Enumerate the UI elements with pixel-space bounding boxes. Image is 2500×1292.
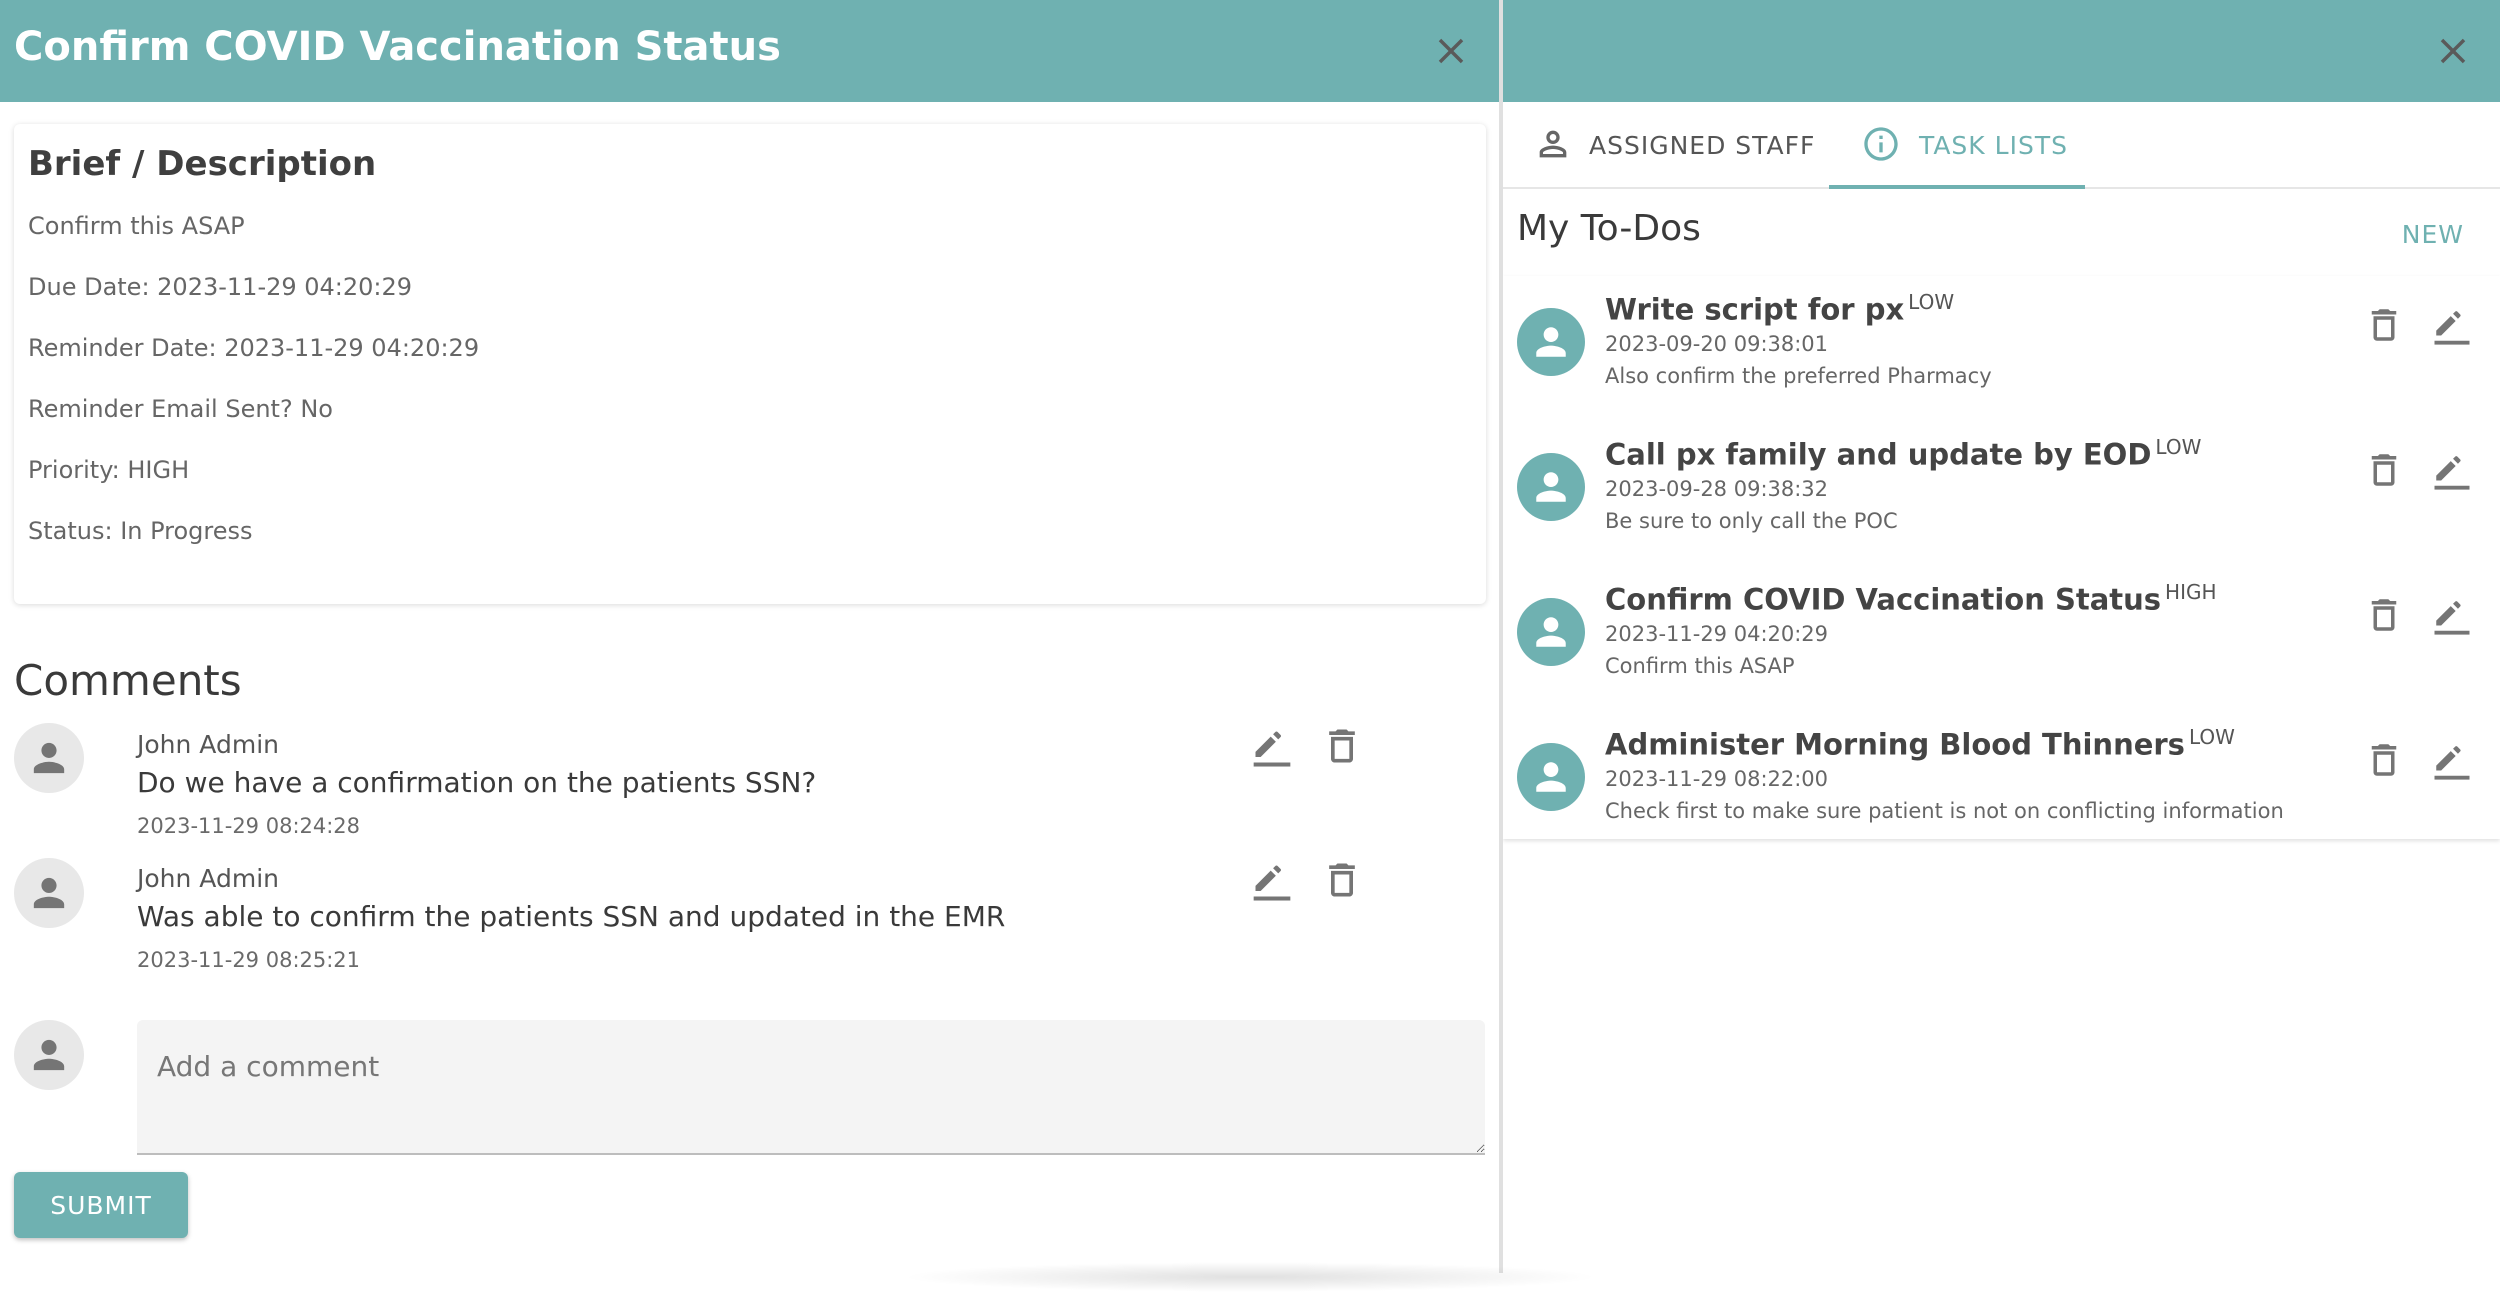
pencil-icon <box>1253 731 1291 767</box>
delete-comment-button[interactable] <box>1320 724 1364 768</box>
brief-heading: Brief / Description <box>28 144 377 184</box>
todo-priority: HIGH <box>2165 580 2217 604</box>
avatar <box>1517 308 1585 376</box>
task-detail-panel: Confirm COVID Vaccination Status Brief /… <box>0 0 1499 1273</box>
todo-priority: LOW <box>2188 725 2235 749</box>
task-lists-panel: ASSIGNED STAFF TASK LISTS My To-Dos NEW … <box>1503 0 2500 1273</box>
person-icon <box>1536 617 1566 647</box>
todo-date: 2023-11-29 04:20:29 <box>1605 622 1829 646</box>
edit-todo-button[interactable] <box>2431 449 2473 491</box>
todo-date: 2023-09-28 09:38:32 <box>1605 477 1829 501</box>
close-icon <box>1438 38 1464 64</box>
todo-description: Be sure to only call the POC <box>1605 509 1898 533</box>
todo-title: Write script for px LOW <box>1605 290 1955 327</box>
tab-task-lists[interactable]: TASK LISTS <box>1829 102 2085 189</box>
todo-date: 2023-11-29 08:22:00 <box>1605 767 1829 791</box>
todo-priority: LOW <box>2155 435 2202 459</box>
avatar <box>1517 598 1585 666</box>
tab-assigned-staff-label: ASSIGNED STAFF <box>1589 131 1816 160</box>
brief-description-text: Confirm this ASAP <box>28 212 245 240</box>
avatar <box>1517 453 1585 521</box>
person-icon <box>1536 472 1566 502</box>
todo-item[interactable]: Write script for px LOW 2023-09-20 09:38:… <box>1503 276 2500 421</box>
trash-icon <box>2371 744 2397 776</box>
task-detail-header: Confirm COVID Vaccination Status <box>0 0 1499 102</box>
trash-icon <box>1329 729 1355 763</box>
delete-todo-button[interactable] <box>2363 304 2405 346</box>
tab-assigned-staff[interactable]: ASSIGNED STAFF <box>1503 102 1828 187</box>
pencil-icon <box>2434 311 2470 345</box>
pencil-icon <box>2434 746 2470 780</box>
delete-todo-button[interactable] <box>2363 739 2405 781</box>
edit-todo-button[interactable] <box>2431 739 2473 781</box>
comment-timestamp: 2023-11-29 08:25:21 <box>137 948 361 972</box>
todo-item[interactable]: Call px family and update by EOD LOW 2023… <box>1503 421 2500 566</box>
info-icon <box>1861 124 1901 164</box>
task-title: Confirm COVID Vaccination Status <box>14 24 781 70</box>
pencil-icon <box>2434 601 2470 635</box>
todo-item[interactable]: Administer Morning Blood Thinners LOW 202… <box>1503 711 2500 856</box>
active-tab-indicator <box>1829 185 2085 189</box>
todo-priority: LOW <box>1908 290 1955 314</box>
comments-heading: Comments <box>14 656 242 705</box>
comment-author: John Admin <box>137 864 279 893</box>
todos-heading: My To-Dos <box>1517 208 1701 249</box>
edit-todo-button[interactable] <box>2431 594 2473 636</box>
status-text: Status: In Progress <box>28 517 253 545</box>
comment-text: Do we have a confirmation on the patient… <box>137 766 817 799</box>
trash-icon <box>2371 309 2397 341</box>
reminder-date-text: Reminder Date: 2023-11-29 04:20:29 <box>28 334 480 362</box>
person-icon <box>1536 327 1566 357</box>
tab-bar: ASSIGNED STAFF TASK LISTS <box>1503 102 2500 189</box>
todo-list: Write script for px LOW 2023-09-20 09:38:… <box>1503 276 2500 839</box>
close-task-detail-button[interactable] <box>1430 30 1472 72</box>
bottom-edge-shadow <box>900 1262 1600 1292</box>
person-icon <box>33 877 65 909</box>
delete-todo-button[interactable] <box>2363 594 2405 636</box>
person-icon <box>1536 762 1566 792</box>
person-outline-icon <box>1533 124 1573 164</box>
todo-description: Check first to make sure patient is not … <box>1605 799 2284 823</box>
pencil-icon <box>2434 456 2470 490</box>
todo-description: Confirm this ASAP <box>1605 654 1795 678</box>
due-date-text: Due Date: 2023-11-29 04:20:29 <box>28 273 413 301</box>
comment-timestamp: 2023-11-29 08:24:28 <box>137 814 361 838</box>
current-user-avatar <box>14 1020 84 1090</box>
delete-todo-button[interactable] <box>2363 449 2405 491</box>
priority-text: Priority: HIGH <box>28 456 190 484</box>
tab-task-lists-label: TASK LISTS <box>1919 131 2068 160</box>
trash-icon <box>2371 454 2397 486</box>
task-lists-header <box>1503 0 2500 102</box>
avatar <box>14 723 84 793</box>
submit-comment-button[interactable]: SUBMIT <box>14 1172 188 1238</box>
trash-icon <box>2371 599 2397 631</box>
comment-author: John Admin <box>137 730 279 759</box>
brief-description-card: Brief / Description Confirm this ASAP Du… <box>14 124 1486 604</box>
delete-comment-button[interactable] <box>1320 858 1364 902</box>
todo-item[interactable]: Confirm COVID Vaccination Status HIGH 202… <box>1503 566 2500 711</box>
new-todo-button[interactable]: NEW <box>2402 220 2464 249</box>
comment-text: Was able to confirm the patients SSN and… <box>137 900 1006 933</box>
close-task-lists-button[interactable] <box>2432 30 2474 72</box>
todo-title: Administer Morning Blood Thinners LOW <box>1605 725 2235 762</box>
todo-title: Confirm COVID Vaccination Status HIGH <box>1605 580 2217 617</box>
person-icon <box>33 742 65 774</box>
pencil-icon <box>1253 865 1291 901</box>
edit-comment-button[interactable] <box>1250 724 1294 768</box>
todo-description: Also confirm the preferred Pharmacy <box>1605 364 1992 388</box>
todo-title: Call px family and update by EOD LOW <box>1605 435 2202 472</box>
add-comment-input[interactable] <box>137 1020 1485 1155</box>
edit-comment-button[interactable] <box>1250 858 1294 902</box>
reminder-email-text: Reminder Email Sent? No <box>28 395 333 423</box>
avatar <box>14 858 84 928</box>
edit-todo-button[interactable] <box>2431 304 2473 346</box>
avatar <box>1517 743 1585 811</box>
person-icon <box>33 1039 65 1071</box>
trash-icon <box>1329 863 1355 897</box>
todo-date: 2023-09-20 09:38:01 <box>1605 332 1829 356</box>
close-icon <box>2440 38 2466 64</box>
